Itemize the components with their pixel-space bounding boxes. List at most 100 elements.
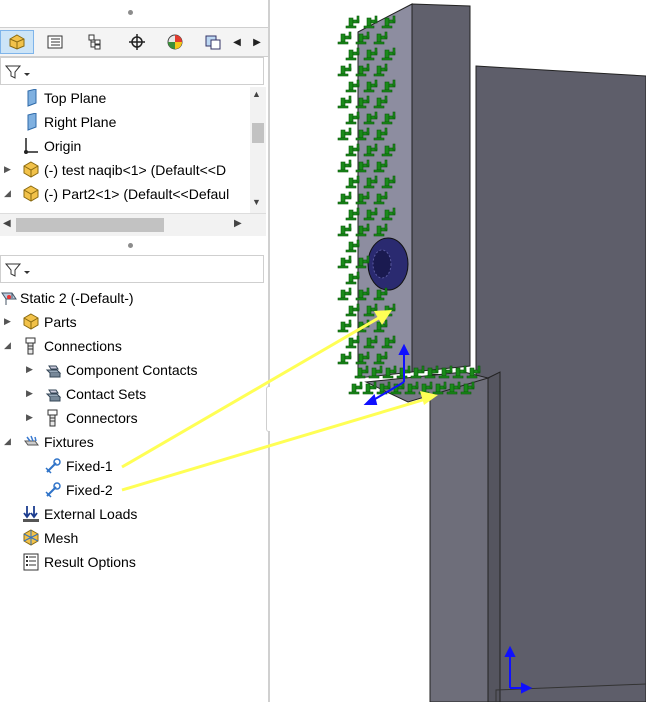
sim-item-result-options[interactable]: Result Options [22,551,136,573]
tab-configuration-manager[interactable] [78,30,112,54]
sim-item-mesh[interactable]: Mesh [22,527,78,549]
tree-item-label: Origin [44,138,82,154]
feature-tree-horizontal-scrollbar[interactable]: ◀ ▶ [0,213,266,236]
bolt-hole [372,249,392,279]
tab-display-manager[interactable] [158,30,192,54]
splitter-grip-middle[interactable] [128,243,133,248]
expand-arrow-icon[interactable]: ▶ [26,412,33,423]
expand-arrow-icon[interactable]: ▶ [4,164,11,175]
result-options-icon [22,553,40,571]
fixture-symbol [337,287,352,301]
feature-tree-vertical-scrollbar[interactable]: ▲ ▼ [250,87,266,213]
external-loads-icon [22,505,40,523]
part-icon [22,185,40,203]
tab-property-manager[interactable] [38,30,72,54]
graphics-viewport[interactable] [270,0,646,702]
filter-icon [4,263,30,277]
fixture-symbol [345,111,360,125]
tree-item-label: (-) test naqib<1> (Default<<D [44,162,227,178]
left-panel: ◀ ▶ Top Plane Right Plane Origin ▶ (-) t… [0,0,268,702]
fixture-symbol [337,351,352,365]
scroll-down-icon[interactable]: ▼ [252,197,261,207]
tree-item-component-test-naqib[interactable]: (-) test naqib<1> (Default<<D [22,159,226,181]
sim-item-label: Parts [44,314,77,330]
collapse-arrow-icon[interactable]: ◢ [4,188,11,199]
fixture-symbol [345,207,360,221]
sim-item-fixed-2[interactable]: Fixed-2 [44,479,113,501]
tab-scroll-left-icon[interactable]: ◀ [228,30,246,54]
sim-item-parts[interactable]: Parts [22,311,77,333]
expand-arrow-icon[interactable]: ▶ [26,388,33,399]
origin-icon [22,137,40,155]
sim-item-fixtures[interactable]: Fixtures [22,431,94,453]
collapse-arrow-icon[interactable]: ◢ [4,340,11,351]
sim-item-label: Component Contacts [66,362,198,378]
fixture-symbol [337,63,352,77]
tree-item-top-plane[interactable]: Top Plane [22,87,106,109]
sim-item-label: Fixed-1 [66,458,113,474]
fixture-symbol [345,79,360,93]
scroll-up-icon[interactable]: ▲ [252,89,261,99]
tab-dimxpert[interactable] [120,30,154,54]
sim-item-label: Connections [44,338,122,354]
tree-item-component-part2[interactable]: (-) Part2<1> (Default<<Defaul [22,183,229,205]
sim-item-component-contacts[interactable]: Component Contacts [44,359,198,381]
collapse-arrow-icon[interactable]: ◢ [4,436,11,447]
tab-cam[interactable] [196,30,230,54]
filter-icon [4,65,30,79]
scroll-left-icon[interactable]: ◀ [3,218,11,229]
feature-filter[interactable] [0,57,264,85]
sim-item-connections[interactable]: Connections [22,335,122,357]
sim-item-label: Contact Sets [66,386,147,402]
simulation-filter[interactable] [0,255,264,283]
tree-item-right-plane[interactable]: Right Plane [22,111,116,133]
connectors-icon [44,409,62,427]
study-static-2[interactable]: Static 2 (-Default-) [0,287,134,309]
sim-item-label: Fixtures [44,434,94,450]
splitter-grip-top[interactable] [128,10,133,15]
cam-icon [205,35,221,50]
model-side-face [475,65,646,702]
tab-feature-manager[interactable] [0,30,34,54]
mesh-icon [22,529,40,547]
sim-item-label: Connectors [66,410,138,426]
fixture-symbol [337,127,352,141]
fixture-symbol [337,95,352,109]
component-contacts-icon [44,361,62,379]
expand-arrow-icon[interactable]: ▶ [26,364,33,375]
scroll-right-icon[interactable]: ▶ [234,218,242,229]
contact-sets-icon [44,385,62,403]
model-plate-side [411,3,471,373]
fixture-symbol [337,191,352,205]
sim-item-contact-sets[interactable]: Contact Sets [44,383,146,405]
sim-item-connectors[interactable]: Connectors [44,407,138,429]
sim-item-external-loads[interactable]: External Loads [22,503,137,525]
fixture-symbol [345,15,360,29]
model-lower-edge [487,371,501,702]
sim-item-fixed-1[interactable]: Fixed-1 [44,455,113,477]
sim-item-label: Result Options [44,554,136,570]
part-icon [22,161,40,179]
feature-manager-icon [9,34,25,50]
tree-item-label: Top Plane [44,90,107,106]
fixture-symbol [337,159,352,173]
fixture-symbol [337,223,352,237]
plane-icon [22,89,40,107]
model-view [337,3,646,702]
expand-arrow-icon[interactable]: ▶ [4,316,11,327]
fixture-symbol [337,319,352,333]
parts-icon [22,313,40,331]
tree-item-origin[interactable]: Origin [22,135,81,157]
fixture-symbol [362,381,377,395]
model-lower-face [429,373,489,702]
plane-icon [22,113,40,131]
fixture-symbol [345,239,360,253]
fixed-geometry-icon [44,457,62,475]
fixture-symbol [348,381,363,395]
scroll-thumb[interactable] [252,123,264,143]
static-study-icon [0,289,18,307]
tab-scroll-right-icon[interactable]: ▶ [248,30,266,54]
fixture-symbol [345,175,360,189]
sim-item-label: Mesh [44,530,79,546]
horizontal-scroll-thumb[interactable] [16,218,164,232]
